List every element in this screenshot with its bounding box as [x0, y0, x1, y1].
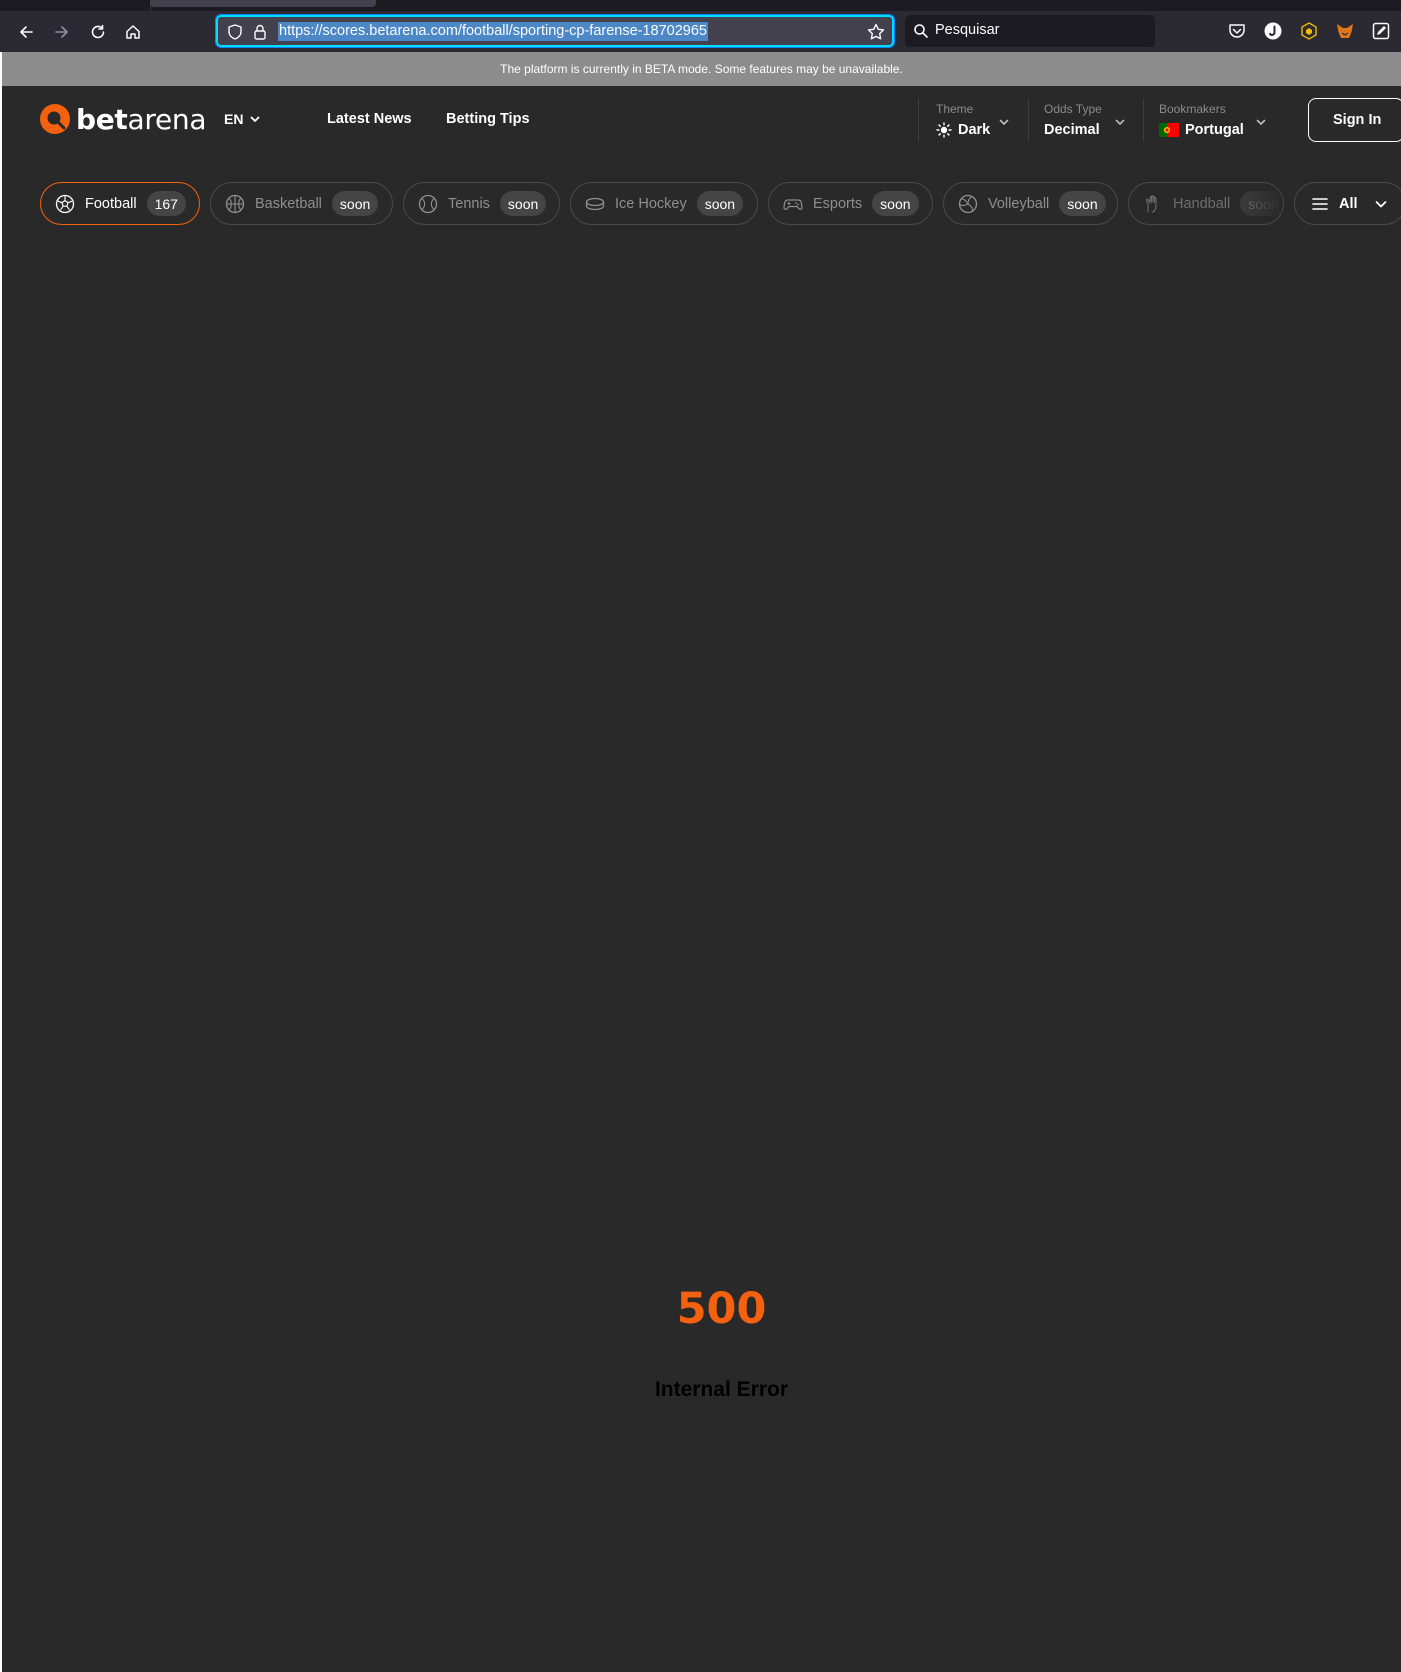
- menu-icon: [1312, 197, 1328, 210]
- shield-icon[interactable]: [226, 23, 244, 41]
- back-button[interactable]: [12, 19, 40, 45]
- bookmakers-caption: Bookmakers: [1159, 102, 1226, 116]
- sport-label: Volleyball: [988, 195, 1050, 212]
- sport-label: Esports: [813, 195, 863, 212]
- theme-caption: Theme: [936, 102, 974, 116]
- extension-cube-button[interactable]: [1299, 21, 1319, 41]
- sport-tab-football[interactable]: Football 167: [40, 182, 200, 225]
- scroll-fade: [1243, 183, 1283, 224]
- home-button[interactable]: [119, 19, 147, 45]
- tennis-icon: [418, 194, 438, 213]
- sport-soon-badge: soon: [1059, 191, 1106, 216]
- sport-tab-basketball[interactable]: Basketball soon: [210, 182, 393, 225]
- star-icon[interactable]: [866, 22, 886, 42]
- ice-hockey-icon: [585, 197, 605, 210]
- language-label: EN: [224, 111, 244, 127]
- pocket-button[interactable]: [1227, 21, 1247, 41]
- selector-divider: [1143, 98, 1144, 142]
- sport-label: Ice Hockey: [615, 195, 687, 212]
- sports-filter-bar: Football 167 Basketball soon Tennis soon…: [2, 182, 1401, 226]
- search-icon: [914, 24, 928, 38]
- odds-type-caption: Odds Type: [1044, 102, 1102, 116]
- extension-fox-button[interactable]: [1335, 21, 1355, 41]
- sport-label: Handball: [1173, 195, 1231, 212]
- portugal-flag-icon: [1159, 123, 1179, 137]
- fox-extension-icon: [1337, 24, 1353, 38]
- search-placeholder: Pesquisar: [935, 22, 1000, 38]
- sport-label: Tennis: [448, 195, 490, 212]
- bookmakers-value: Portugal: [1185, 122, 1244, 138]
- handball-icon: [1145, 194, 1157, 213]
- sport-soon-badge: soon: [872, 191, 919, 216]
- sport-soon-badge: soon: [696, 191, 744, 216]
- chevron-down-icon: [1115, 119, 1125, 125]
- sport-label: Basketball: [255, 195, 322, 212]
- basketball-icon: [225, 194, 245, 213]
- sport-label: Football: [85, 195, 137, 212]
- sign-in-button[interactable]: Sign In: [1308, 98, 1401, 142]
- theme-value: Dark: [958, 122, 991, 138]
- arrow-left-icon: [20, 26, 33, 38]
- url-text[interactable]: https://scores.betarena.com/football/spo…: [278, 22, 708, 41]
- lock-icon[interactable]: [252, 23, 268, 41]
- odds-type-value: Decimal: [1044, 122, 1100, 138]
- reload-button[interactable]: [84, 19, 112, 45]
- pocket-icon: [1229, 24, 1245, 38]
- theme-selector[interactable]: Theme Dark: [936, 102, 1012, 138]
- error-code: 500: [676, 1284, 767, 1334]
- chevron-down-icon: [1256, 119, 1266, 125]
- sport-tab-volleyball[interactable]: Volleyball soon: [943, 182, 1118, 225]
- j-extension-icon: [1264, 22, 1282, 40]
- bookmakers-selector[interactable]: Bookmakers Portugal: [1159, 102, 1267, 138]
- football-icon: [55, 194, 75, 213]
- logo-text-bold: bet: [76, 102, 128, 136]
- nav-betting-tips[interactable]: Betting Tips: [446, 111, 530, 127]
- browser-tabstrip: [0, 0, 1401, 11]
- sport-soon-badge: soon: [499, 191, 547, 216]
- selector-divider: [918, 98, 919, 142]
- url-bar[interactable]: https://scores.betarena.com/football/spo…: [215, 14, 895, 48]
- browser-toolbar: https://scores.betarena.com/football/spo…: [0, 11, 1401, 52]
- betarena-logo-icon: [40, 104, 70, 134]
- error-message: Internal Error: [654, 1378, 789, 1401]
- browser-tab[interactable]: [150, 0, 376, 7]
- arrow-right-icon: [55, 26, 68, 38]
- sport-tab-handball[interactable]: Handball soon: [1128, 182, 1284, 225]
- gamepad-icon: [783, 198, 803, 210]
- nav-latest-news[interactable]: Latest News: [327, 111, 412, 127]
- extension-j-button[interactable]: [1263, 21, 1283, 41]
- volleyball-icon: [958, 194, 978, 213]
- chevron-down-icon: [251, 116, 260, 122]
- sport-count-badge: 167: [146, 191, 186, 216]
- sport-tab-esports[interactable]: Esports soon: [768, 182, 933, 225]
- selector-divider: [1028, 98, 1029, 142]
- sport-tab-tennis[interactable]: Tennis soon: [403, 182, 560, 225]
- beta-banner: The platform is currently in BETA mode. …: [2, 52, 1401, 86]
- chevron-down-icon: [999, 119, 1009, 125]
- forward-button[interactable]: [48, 19, 76, 45]
- sport-tab-ice-hockey[interactable]: Ice Hockey soon: [570, 182, 758, 225]
- odds-type-selector[interactable]: Odds Type Decimal: [1044, 102, 1128, 138]
- home-icon: [126, 25, 140, 39]
- logo-text-light: arena: [127, 102, 207, 136]
- all-sports-label: All: [1339, 195, 1358, 212]
- sport-soon-badge: soon: [331, 191, 379, 216]
- all-sports-dropdown[interactable]: All: [1294, 182, 1401, 225]
- page: The platform is currently in BETA mode. …: [2, 52, 1401, 1672]
- sun-icon: [936, 122, 952, 138]
- search-bar[interactable]: Pesquisar: [905, 15, 1155, 47]
- reload-icon: [91, 24, 105, 39]
- cube-extension-icon: [1301, 22, 1317, 40]
- edit-extension-icon: [1372, 22, 1390, 40]
- language-selector[interactable]: EN: [224, 111, 261, 127]
- site-logo[interactable]: betarena: [40, 102, 207, 136]
- chevron-down-icon: [1375, 200, 1386, 207]
- extension-edit-button[interactable]: [1371, 21, 1391, 41]
